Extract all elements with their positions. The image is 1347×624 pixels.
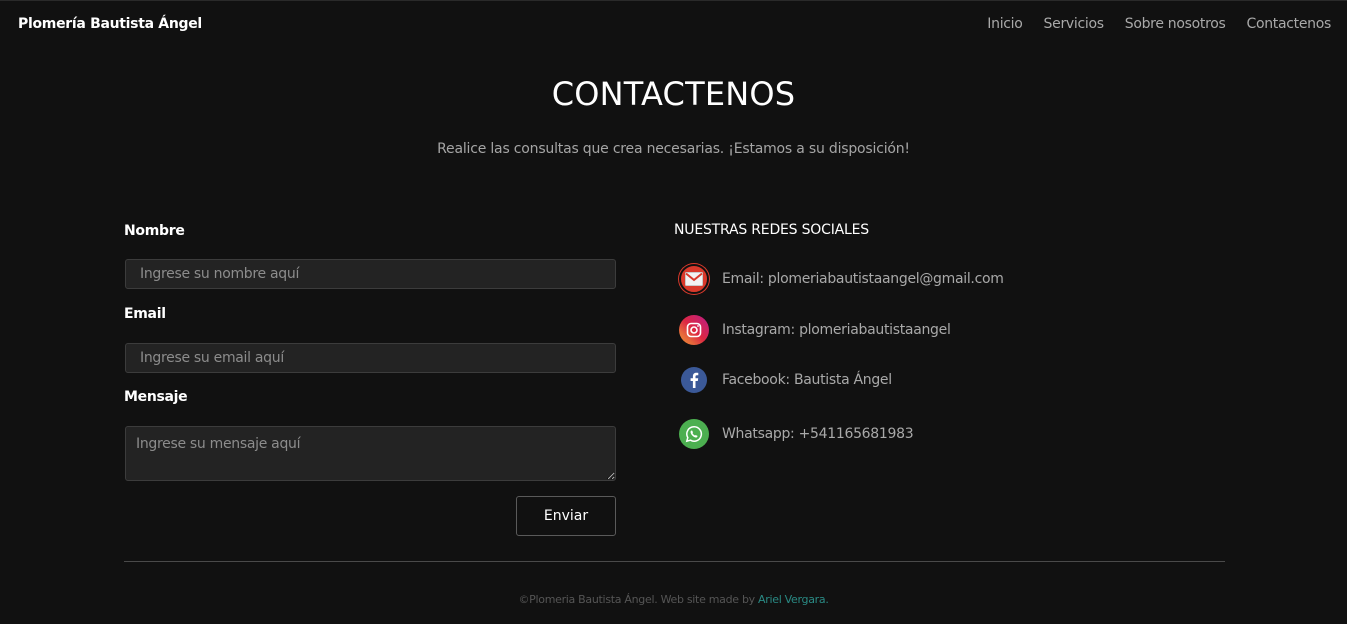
social-section: NUESTRAS REDES SOCIALES Email: plomeriab… (674, 222, 1234, 449)
email-icon (679, 264, 709, 294)
social-item-facebook[interactable]: Facebook: Bautista Ángel (679, 367, 892, 393)
footer-author-link[interactable]: Ariel Vergara. (758, 593, 829, 606)
social-whatsapp-text: Whatsapp: +541165681983 (722, 426, 914, 442)
email-label: Email (124, 306, 166, 322)
nav-links: Inicio Servicios Sobre nosotros Contacte… (987, 16, 1331, 32)
social-item-whatsapp[interactable]: Whatsapp: +541165681983 (679, 419, 914, 449)
brand-logo-text[interactable]: Plomería Bautista Ángel (18, 16, 202, 32)
facebook-icon (681, 367, 707, 393)
social-item-instagram[interactable]: Instagram: plomeriabautistaangel (679, 315, 951, 345)
social-title: NUESTRAS REDES SOCIALES (674, 222, 869, 238)
name-input[interactable] (125, 259, 616, 289)
instagram-icon (679, 315, 709, 345)
name-label: Nombre (124, 223, 185, 239)
whatsapp-icon (679, 419, 709, 449)
nav-link-sobre-nosotros[interactable]: Sobre nosotros (1125, 16, 1226, 32)
social-facebook-text: Facebook: Bautista Ángel (722, 372, 892, 388)
nav-link-inicio[interactable]: Inicio (987, 16, 1023, 32)
footer: ©Plomeria Bautista Ángel. Web site made … (0, 593, 1347, 606)
page-subtitle: Realice las consultas que crea necesaria… (437, 141, 910, 157)
social-instagram-text: Instagram: plomeriabautistaangel (722, 322, 951, 338)
email-input[interactable] (125, 343, 616, 373)
send-button[interactable]: Enviar (516, 496, 616, 536)
social-email-text: Email: plomeriabautistaangel@gmail.com (722, 271, 1004, 287)
social-item-email[interactable]: Email: plomeriabautistaangel@gmail.com (679, 264, 1004, 294)
nav-link-contactenos[interactable]: Contactenos (1246, 16, 1331, 32)
nav-link-servicios[interactable]: Servicios (1044, 16, 1104, 32)
message-label: Mensaje (124, 389, 188, 405)
page-title: CONTACTENOS (551, 75, 796, 113)
footer-divider (124, 561, 1225, 562)
message-textarea[interactable] (125, 426, 616, 481)
footer-copyright: ©Plomeria Bautista Ángel. Web site made … (518, 593, 755, 606)
navbar: Plomería Bautista Ángel Inicio Servicios… (0, 1, 1347, 49)
